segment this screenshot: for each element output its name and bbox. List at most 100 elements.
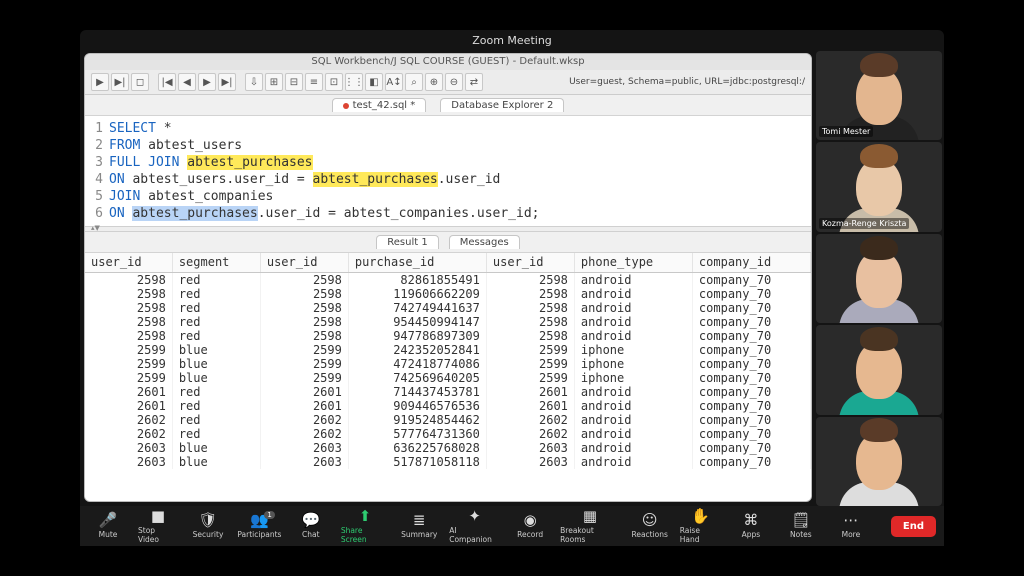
- commit-button[interactable]: ⇩: [245, 73, 263, 91]
- participant-tile[interactable]: [816, 417, 942, 506]
- zoom-toolbar: 🎤Mute■Stop Video🛡Security👥Participants1💬…: [80, 506, 944, 546]
- table-row[interactable]: 2598red25981196066622092598androidcompan…: [85, 287, 811, 301]
- table-row[interactable]: 2599blue25992423520528412599iphonecompan…: [85, 343, 811, 357]
- stop-button[interactable]: ◻: [131, 73, 149, 91]
- tab-messages[interactable]: Messages: [449, 235, 520, 249]
- mute-icon: 🎤: [99, 513, 118, 528]
- button-label: Raise Hand: [680, 526, 721, 544]
- column-header[interactable]: purchase_id: [348, 253, 486, 273]
- column-header[interactable]: user_id: [486, 253, 574, 273]
- tab-result-1[interactable]: Result 1: [376, 235, 438, 249]
- security-icon: 🛡: [198, 513, 217, 528]
- table-row[interactable]: 2603blue26036362257680282603androidcompa…: [85, 441, 811, 455]
- button-label: Breakout Rooms: [560, 526, 620, 544]
- reactions-button[interactable]: ☺Reactions: [630, 513, 670, 539]
- summary-button[interactable]: ≣Summary: [399, 513, 439, 539]
- share-screen-icon: ⬆: [359, 509, 372, 524]
- more-icon: ⋯: [843, 513, 858, 528]
- participant-strip: Tomi Mester Kozma-Renge Kriszta: [816, 49, 944, 506]
- chat-button[interactable]: 💬Chat: [291, 513, 331, 539]
- button-label: AI Companion: [449, 526, 500, 544]
- table-row[interactable]: 2599blue25997425696402052599iphonecompan…: [85, 371, 811, 385]
- table-row[interactable]: 2598red25987427494416372598androidcompan…: [85, 301, 811, 315]
- run-button[interactable]: ▶: [91, 73, 109, 91]
- end-button[interactable]: End: [891, 516, 936, 537]
- column-header[interactable]: phone_type: [574, 253, 692, 273]
- tool-button[interactable]: ⊕: [425, 73, 443, 91]
- participant-tile[interactable]: Kozma-Renge Kriszta: [816, 142, 942, 231]
- more-button[interactable]: ⋯More: [831, 513, 871, 539]
- run-step-button[interactable]: ▶|: [111, 73, 129, 91]
- tab-db-explorer[interactable]: Database Explorer 2: [440, 98, 564, 112]
- last-button[interactable]: ▶|: [218, 73, 236, 91]
- table-row[interactable]: 2599blue25994724187740862599iphonecompan…: [85, 357, 811, 371]
- tool-button[interactable]: A↕: [385, 73, 403, 91]
- sql-workbench-window: SQL Workbench/J SQL COURSE (GUEST) - Def…: [84, 53, 812, 502]
- participant-tile[interactable]: [816, 325, 942, 414]
- prev-button[interactable]: ◀: [178, 73, 196, 91]
- participant-name: Kozma-Renge Kriszta: [819, 218, 909, 229]
- table-row[interactable]: 2598red25989477868973092598androidcompan…: [85, 329, 811, 343]
- participant-name: Tomi Mester: [819, 126, 873, 137]
- participant-tile[interactable]: Tomi Mester: [816, 51, 942, 140]
- table-row[interactable]: 2602red26029195248544622602androidcompan…: [85, 413, 811, 427]
- button-label: Apps: [742, 530, 761, 539]
- raise-hand-icon: ✋: [691, 509, 710, 524]
- column-header[interactable]: user_id: [85, 253, 172, 273]
- result-tabs: Result 1 Messages: [85, 232, 811, 253]
- tool-button[interactable]: ≡: [305, 73, 323, 91]
- connection-info: User=guest, Schema=public, URL=jdbc:post…: [563, 77, 805, 87]
- record-button[interactable]: ◉Record: [510, 513, 550, 539]
- tool-button[interactable]: ⊖: [445, 73, 463, 91]
- stop-video-button[interactable]: ■Stop Video: [138, 509, 178, 544]
- button-label: Chat: [302, 530, 320, 539]
- table-row[interactable]: 2603blue26035178710581182603androidcompa…: [85, 455, 811, 469]
- splitter[interactable]: [85, 226, 811, 232]
- security-button[interactable]: 🛡Security: [188, 513, 228, 539]
- reactions-icon: ☺: [642, 513, 658, 528]
- table-row[interactable]: 2601red26019094465765362601androidcompan…: [85, 399, 811, 413]
- sql-editor[interactable]: 1SELECT *2FROM abtest_users3FULL JOIN ab…: [85, 116, 811, 226]
- tab-label: Database Explorer 2: [451, 100, 553, 111]
- badge: 1: [264, 511, 274, 519]
- tool-button[interactable]: ⌕: [405, 73, 423, 91]
- column-header[interactable]: company_id: [692, 253, 810, 273]
- column-header[interactable]: user_id: [260, 253, 348, 273]
- button-label: Stop Video: [138, 526, 178, 544]
- breakout-button[interactable]: ▦ Breakout Rooms: [560, 509, 620, 544]
- grid-button[interactable]: ⊟: [285, 73, 303, 91]
- modified-icon: [343, 103, 349, 109]
- apps-icon: ⌘: [743, 513, 758, 528]
- button-label: Participants: [237, 530, 281, 539]
- apps-button[interactable]: ⌘ Apps: [731, 513, 771, 539]
- table-row[interactable]: 2598red2598828618554912598androidcompany…: [85, 273, 811, 288]
- rollback-button[interactable]: ⊞: [265, 73, 283, 91]
- tool-button[interactable]: ⊡: [325, 73, 343, 91]
- first-button[interactable]: |◀: [158, 73, 176, 91]
- notes-button[interactable]: 🗒Notes: [781, 513, 821, 539]
- mute-button[interactable]: 🎤 Mute: [88, 513, 128, 539]
- table-row[interactable]: 2598red25989544509941472598androidcompan…: [85, 315, 811, 329]
- button-label: Mute: [99, 530, 118, 539]
- table-row[interactable]: 2602red26025777647313602602androidcompan…: [85, 427, 811, 441]
- table-row[interactable]: 2601red26017144374537812601androidcompan…: [85, 385, 811, 399]
- ai-companion-button[interactable]: ✦AI Companion: [449, 509, 500, 544]
- tool-button[interactable]: ⇄: [465, 73, 483, 91]
- result-grid[interactable]: user_idsegmentuser_idpurchase_iduser_idp…: [85, 253, 811, 501]
- column-header[interactable]: segment: [172, 253, 260, 273]
- tool-button[interactable]: ◧: [365, 73, 383, 91]
- button-label: Notes: [790, 530, 812, 539]
- share-screen-button[interactable]: ⬆Share Screen: [341, 509, 389, 544]
- editor-tabs: test_42.sql * Database Explorer 2: [85, 95, 811, 116]
- raise-hand-button[interactable]: ✋ Raise Hand: [680, 509, 721, 544]
- breakout-icon: ▦: [583, 509, 597, 524]
- next-button[interactable]: ▶: [198, 73, 216, 91]
- tool-button[interactable]: ⋮⋮: [345, 73, 363, 91]
- tab-file[interactable]: test_42.sql *: [332, 98, 427, 112]
- zoom-title: Zoom Meeting: [80, 30, 944, 49]
- participant-tile[interactable]: [816, 234, 942, 323]
- participants-button[interactable]: 👥Participants1: [238, 513, 281, 539]
- button-label: Summary: [401, 530, 437, 539]
- shared-screen-area: SQL Workbench/J SQL COURSE (GUEST) - Def…: [80, 49, 816, 506]
- zoom-window: Zoom Meeting SQL Workbench/J SQL COURSE …: [80, 30, 944, 546]
